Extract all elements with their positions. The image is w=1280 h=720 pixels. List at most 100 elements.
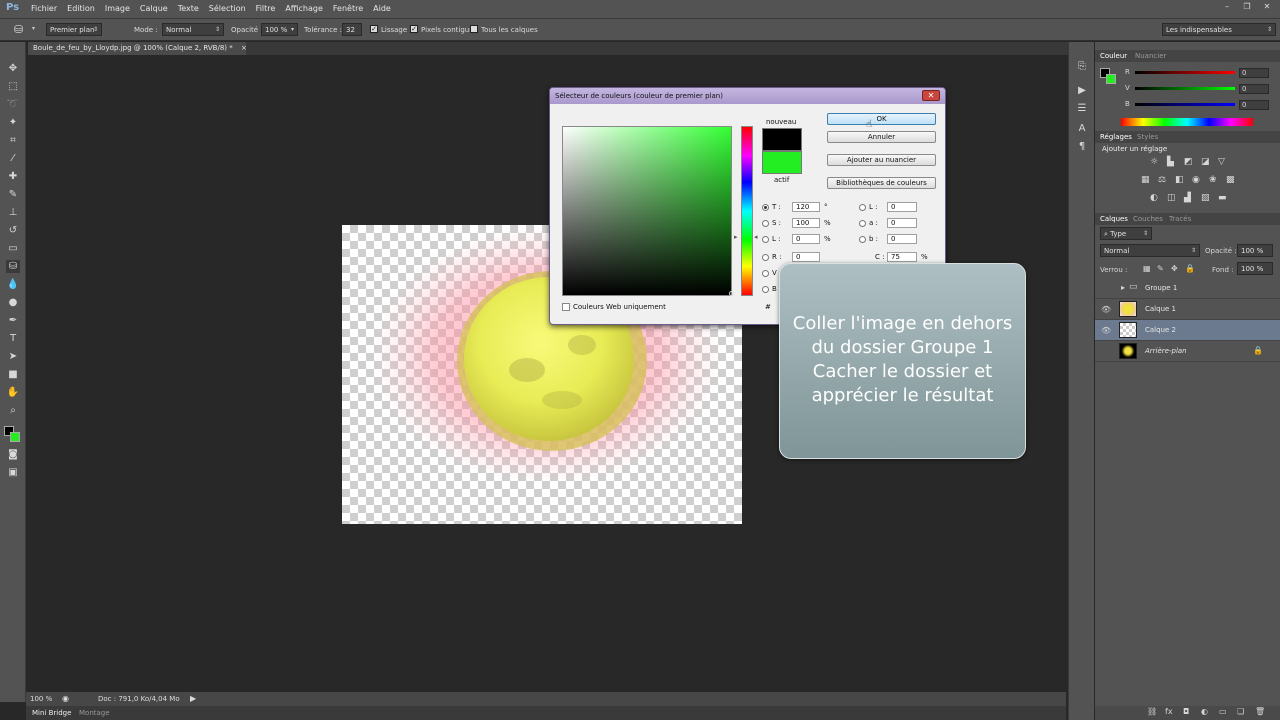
paragraph-panel-icon[interactable]: ¶ [1075, 140, 1089, 153]
tab-traces[interactable]: Tracés [1169, 215, 1191, 223]
zoom-level[interactable]: 100 % [30, 695, 52, 703]
green-radio[interactable] [762, 270, 769, 277]
chevron-down-icon[interactable]: ▾ [32, 25, 35, 32]
properties-panel-icon[interactable]: ☰ [1075, 102, 1089, 115]
brightness-icon[interactable]: ☼ [1150, 157, 1158, 167]
color-lookup-icon[interactable]: ▩ [1226, 175, 1235, 185]
tab-reglages[interactable]: Réglages [1100, 133, 1132, 141]
eye-icon[interactable]: 👁 [1101, 305, 1111, 314]
menu-filtre[interactable]: Filtre [256, 4, 276, 13]
shape-tool-icon[interactable]: ■ [6, 368, 20, 381]
all-layers-checkbox[interactable] [470, 25, 478, 33]
restore-icon[interactable]: ❐ [1238, 2, 1256, 12]
fill-source-select[interactable]: Premier plan ⇕ [46, 23, 102, 36]
lock-all-icon[interactable]: 🔒 [1185, 264, 1195, 273]
color-balance-icon[interactable]: ⚖ [1158, 175, 1166, 185]
layer-row-arriere-plan[interactable]: □ Arrière-plan 🔒 [1095, 341, 1280, 362]
hue-sat-icon[interactable]: ▦ [1141, 175, 1150, 185]
r-slider[interactable] [1135, 71, 1235, 74]
selective-color-icon[interactable]: ▨ [1201, 193, 1210, 203]
current-color-swatch[interactable] [762, 151, 802, 174]
layer-filter-select[interactable]: ⌕ Type ⇕ [1100, 227, 1152, 240]
fx-icon[interactable]: fx [1165, 707, 1173, 716]
color-libraries-button[interactable]: Bibliothèques de couleurs [827, 177, 936, 189]
hue-input[interactable]: 120 [792, 202, 820, 212]
lab-b-input[interactable]: 0 [887, 234, 917, 244]
quick-mask-icon[interactable]: ◙ [6, 448, 20, 461]
layer-row-calque-2[interactable]: 👁 Calque 2 [1095, 320, 1280, 341]
v-value[interactable]: 0 [1239, 84, 1269, 94]
document-tab[interactable]: Boule_de_feu_by_Lloydp.jpg @ 100% (Calqu… [28, 42, 247, 55]
stamp-tool-icon[interactable]: ⊥ [6, 206, 20, 219]
saturation-input[interactable]: 100 [792, 218, 820, 228]
menu-fenetre[interactable]: Fenêtre [333, 4, 363, 13]
channel-mixer-icon[interactable]: ❀ [1209, 175, 1217, 185]
actions-panel-icon[interactable]: ▶ [1075, 84, 1089, 97]
photo-filter-icon[interactable]: ◉ [1192, 175, 1200, 185]
b-value[interactable]: 0 [1239, 100, 1269, 110]
cyan-input[interactable]: 75 [887, 252, 917, 262]
menu-aide[interactable]: Aide [373, 4, 391, 13]
cancel-button[interactable]: Annuler [827, 131, 936, 143]
web-colors-checkbox[interactable] [562, 303, 570, 311]
exposure-icon[interactable]: ◪ [1201, 157, 1210, 167]
status-menu-arrow-icon[interactable]: ▶ [190, 694, 196, 703]
menu-calque[interactable]: Calque [140, 4, 168, 13]
luminosity-radio[interactable] [762, 236, 769, 243]
tab-couleur[interactable]: Couleur [1100, 52, 1127, 60]
screen-mode-icon[interactable]: ▣ [6, 466, 20, 479]
visibility-toggle[interactable]: □ [1101, 347, 1109, 356]
menu-selection[interactable]: Sélection [209, 4, 246, 13]
b-slider[interactable] [1135, 103, 1235, 106]
move-tool-icon[interactable]: ✥ [6, 62, 20, 75]
invert-icon[interactable]: ◐ [1150, 193, 1158, 203]
color-field[interactable] [562, 126, 734, 296]
close-icon[interactable]: ✕ [1258, 2, 1276, 12]
path-selection-icon[interactable]: ➤ [6, 350, 20, 363]
trash-icon[interactable]: 🗑 [1255, 707, 1265, 716]
lab-l-input[interactable]: 0 [887, 202, 917, 212]
threshold-icon[interactable]: ▟ [1184, 193, 1191, 203]
history-panel-icon[interactable]: ⎘ [1075, 60, 1089, 73]
menu-texte[interactable]: Texte [178, 4, 199, 13]
opacity-input[interactable]: 100 % ▾ [261, 23, 298, 36]
tab-mini-bridge[interactable]: Mini Bridge [32, 709, 71, 717]
menu-affichage[interactable]: Affichage [285, 4, 323, 13]
red-radio[interactable] [762, 254, 769, 261]
crop-tool-icon[interactable]: ⌗ [6, 134, 20, 147]
workspace-select[interactable]: Les indispensables ⇕ [1162, 23, 1276, 36]
panel-background-swatch[interactable] [1106, 74, 1116, 84]
adjustment-layer-icon[interactable]: ◐ [1201, 707, 1208, 716]
levels-icon[interactable]: ▙ [1167, 157, 1174, 167]
tab-calques[interactable]: Calques [1100, 215, 1128, 223]
hand-tool-icon[interactable]: ✋ [6, 386, 20, 399]
new-layer-icon[interactable]: ❏ [1237, 707, 1244, 716]
red-input[interactable]: 0 [792, 252, 820, 262]
hue-slider-handle-right[interactable]: ◂ [754, 233, 758, 241]
antialias-checkbox[interactable]: ✓ [370, 25, 378, 33]
tab-montage[interactable]: Montage [79, 709, 110, 717]
dialog-close-icon[interactable]: ✕ [922, 90, 940, 101]
hue-slider-handle[interactable]: ▸ [734, 233, 738, 241]
eyedropper-icon[interactable]: ⁄ [6, 152, 20, 165]
expand-arrow-icon[interactable]: ▸ [1121, 283, 1125, 292]
new-group-icon[interactable]: ▭ [1219, 707, 1227, 716]
tolerance-input[interactable]: 32 [342, 23, 362, 36]
paint-bucket-tool-icon[interactable]: ⛁ [6, 260, 20, 273]
ok-button[interactable]: OK [827, 113, 936, 125]
color-spectrum-bar[interactable] [1121, 118, 1253, 126]
eraser-tool-icon[interactable]: ▭ [6, 242, 20, 255]
visibility-toggle[interactable]: □ [1101, 284, 1109, 293]
link-layers-icon[interactable]: ⛓ [1147, 707, 1157, 716]
character-panel-icon[interactable]: A [1075, 122, 1089, 135]
contiguous-checkbox[interactable]: ✓ [410, 25, 418, 33]
tab-close-icon[interactable]: × [241, 44, 247, 52]
status-info-icon[interactable]: ◉ [62, 694, 69, 703]
history-brush-icon[interactable]: ↺ [6, 224, 20, 237]
paint-bucket-icon[interactable]: ⛁ [14, 23, 23, 36]
bw-icon[interactable]: ◧ [1175, 175, 1184, 185]
posterize-icon[interactable]: ◫ [1167, 193, 1176, 203]
type-tool-icon[interactable]: T [6, 332, 20, 345]
blur-tool-icon[interactable]: 💧 [6, 278, 20, 291]
lab-a-input[interactable]: 0 [887, 218, 917, 228]
